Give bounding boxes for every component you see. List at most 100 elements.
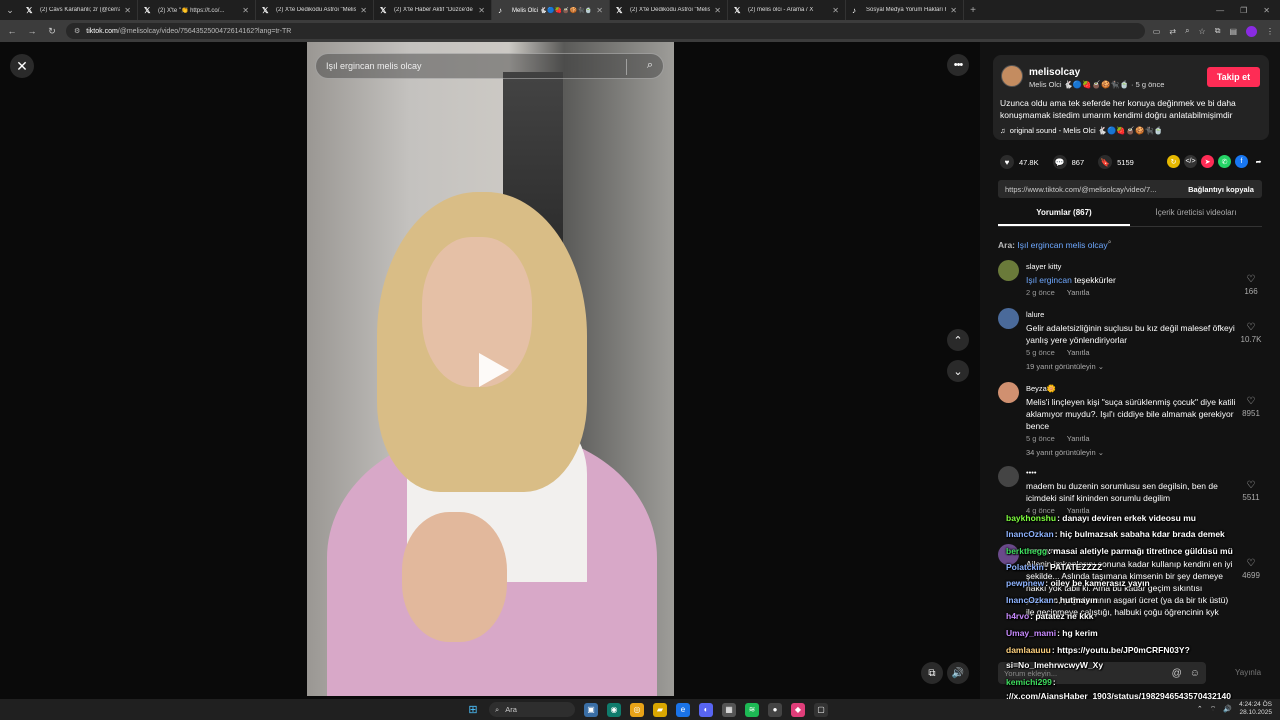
share-arrow-icon[interactable]: ➦ [1252, 155, 1265, 168]
back-icon[interactable]: ← [6, 26, 18, 36]
more-options-button[interactable]: ••• [947, 54, 969, 76]
like-stat[interactable]: ♥ 47.8K [1000, 155, 1039, 169]
close-tab-icon[interactable]: ✕ [714, 6, 721, 15]
view-replies-button[interactable]: 34 yanıt görüntüleyin ⌄ [1026, 448, 1104, 457]
reply-button[interactable]: Yanıtla [1067, 434, 1090, 443]
browser-tab[interactable]: 𝕏 (2) melis olci - Arama / X ✕ [728, 0, 846, 20]
tab-search-icon[interactable]: ⌄ [0, 0, 20, 20]
volume-icon[interactable]: 🔊 [1223, 705, 1232, 713]
commenter-username[interactable]: Beyza🌼 [1026, 384, 1056, 393]
taskbar-search[interactable]: ⌕ Ara [489, 702, 575, 717]
tray-overflow-icon[interactable]: ⌃ [1197, 705, 1203, 713]
search-hint-term[interactable]: Işıl ergincan melis olcay [1017, 240, 1107, 250]
comment-like-button[interactable]: ♡ 166 [1238, 274, 1264, 296]
close-tab-icon[interactable]: ✕ [360, 6, 367, 15]
view-replies-button[interactable]: 19 yanıt görüntüleyin ⌄ [1026, 362, 1104, 371]
video-player[interactable]: Işıl ergincan melis olcay ⌕ [307, 42, 674, 696]
browser-tab[interactable]: 𝕏 (2) X'te "👏 https://t.co/... ✕ [138, 0, 256, 20]
commenter-username[interactable]: •••• [1026, 468, 1037, 477]
obs-icon[interactable]: ● [768, 702, 782, 717]
close-window-icon[interactable]: ✕ [1263, 6, 1270, 15]
close-video-button[interactable]: ✕ [10, 54, 34, 78]
close-tab-icon[interactable]: ✕ [242, 6, 249, 15]
close-tab-icon[interactable]: ✕ [478, 6, 485, 15]
clock[interactable]: 4:24:24 ÖS 28.10.2025 [1239, 701, 1272, 717]
browser-tab[interactable]: 𝕏 (2) X'te Dedikodu Astroi "Melis ✕ [256, 0, 374, 20]
send-icon[interactable]: ➤ [1201, 155, 1214, 168]
browser-tab[interactable]: 𝕏 (2) Cävs Karahanli; zr (@cerrahpi... ✕ [20, 0, 138, 20]
bookmark-star-icon[interactable]: ☆ [1199, 27, 1206, 36]
play-icon[interactable] [479, 353, 509, 387]
copilot-icon[interactable]: ◉ [607, 702, 621, 717]
commenter-username[interactable]: slayer kitty [1026, 262, 1061, 271]
embed-icon[interactable]: </> [1184, 155, 1197, 168]
author-username[interactable]: melisolcay [1029, 67, 1080, 78]
volume-button[interactable]: 🔊 [947, 662, 969, 684]
copy-link-button[interactable]: Bağlantıyı kopyala [1180, 185, 1262, 194]
commenter-username[interactable]: lalure [1026, 310, 1044, 319]
url-field[interactable]: ⚙ tiktok.com/@melisolcay/video/756435250… [66, 23, 1145, 39]
zoom-icon[interactable]: ⌕ [1185, 26, 1189, 36]
facebook-icon[interactable]: f [1235, 155, 1248, 168]
save-stat[interactable]: 🔖 5159 [1098, 155, 1134, 169]
commenter-avatar[interactable] [998, 308, 1019, 329]
chevron-down-icon: ⌄ [1095, 448, 1105, 457]
spotify-icon[interactable]: ≋ [745, 702, 759, 717]
next-video-button[interactable]: ⌄ [947, 360, 969, 382]
reload-icon[interactable]: ↻ [46, 26, 58, 37]
previous-video-button[interactable]: ⌃ [947, 329, 969, 351]
video-search-bar[interactable]: Işıl ergincan melis olcay ⌕ [315, 53, 664, 79]
app-icon[interactable]: ▦ [722, 702, 736, 717]
close-tab-icon[interactable]: ✕ [124, 6, 131, 15]
browser-tab[interactable]: ♪ Melis Olci 🐇🔵🍓🧉🍪🐈‍⬛🍵 ✕ [492, 0, 610, 20]
profile-avatar[interactable] [1246, 25, 1257, 37]
commenter-avatar[interactable] [998, 382, 1019, 403]
comment-like-button[interactable]: ♡ 5511 [1238, 480, 1264, 502]
tab-comments[interactable]: Yorumlar (867) [998, 208, 1130, 226]
follow-button[interactable]: Takip et [1207, 67, 1260, 87]
comment-stat[interactable]: 💬 867 [1052, 155, 1084, 169]
search-icon[interactable]: ⌕ [647, 59, 653, 72]
app-dark-icon[interactable]: ▢ [814, 702, 828, 717]
commenter-avatar[interactable] [998, 260, 1019, 281]
comment-like-button[interactable]: ♡ 10.7K [1238, 322, 1264, 344]
new-tab-button[interactable]: + [964, 5, 982, 16]
extensions-icon[interactable]: ⧉ [1215, 26, 1221, 36]
cast-icon[interactable]: ▭ [1153, 27, 1161, 36]
tab-creator-videos[interactable]: İçerik üreticisi videoları [1130, 208, 1262, 226]
browser-tab[interactable]: 𝕏 (2) X'te Dedikodu Astroi "Melis ✕ [610, 0, 728, 20]
close-tab-icon[interactable]: ✕ [832, 6, 839, 15]
share-link-text[interactable]: https://www.tiktok.com/@melisolcay/video… [998, 185, 1180, 194]
task-view-icon[interactable]: ▣ [584, 702, 598, 717]
network-icon[interactable]: ⌔ [1210, 705, 1217, 714]
music-note-icon: ♫ [1000, 126, 1006, 135]
translate-icon[interactable]: ⇄ [1169, 27, 1176, 36]
tiktok-logo-icon: ♪ [498, 5, 502, 15]
maximize-icon[interactable]: ❐ [1240, 6, 1247, 15]
comment-mention[interactable]: Işıl ergincan [1026, 275, 1072, 285]
browser-tab[interactable]: ♪ Sosyal Medya Yorum Hakları Hu... ✕ [846, 0, 964, 20]
app-pink-icon[interactable]: ◆ [791, 702, 805, 717]
whatsapp-icon[interactable]: ✆ [1218, 155, 1231, 168]
menu-icon[interactable]: ⋮ [1266, 27, 1274, 36]
browser-tab[interactable]: 𝕏 (2) X'te Haber Aktif "Düzce'de ✕ [374, 0, 492, 20]
start-icon[interactable]: ⊞ [466, 703, 480, 717]
close-tab-icon[interactable]: ✕ [950, 6, 957, 15]
site-info-icon[interactable]: ⚙ [74, 27, 80, 35]
reply-button[interactable]: Yanıtla [1067, 288, 1090, 297]
discord-icon[interactable]: ◐ [699, 702, 713, 717]
chrome-icon[interactable]: ◎ [630, 702, 644, 717]
picture-in-picture-button[interactable]: ⧉ [921, 662, 943, 684]
sidebar-icon[interactable]: ▤ [1229, 27, 1237, 36]
sound-link[interactable]: ♫ original sound - Melis Olci 🐇🔵🍓🧉🍪🐈‍⬛🍵 [1000, 126, 1163, 135]
comment-like-button[interactable]: ♡ 8951 [1238, 396, 1264, 418]
author-avatar[interactable] [1001, 65, 1023, 87]
reply-button[interactable]: Yanıtla [1067, 348, 1090, 357]
minimize-icon[interactable]: — [1216, 6, 1224, 15]
file-explorer-icon[interactable]: ▰ [653, 702, 667, 717]
close-tab-icon[interactable]: ✕ [596, 6, 603, 15]
repost-icon[interactable]: ↻ [1167, 155, 1180, 168]
forward-icon[interactable]: → [26, 26, 38, 36]
commenter-avatar[interactable] [998, 466, 1019, 487]
edge-icon[interactable]: e [676, 702, 690, 717]
